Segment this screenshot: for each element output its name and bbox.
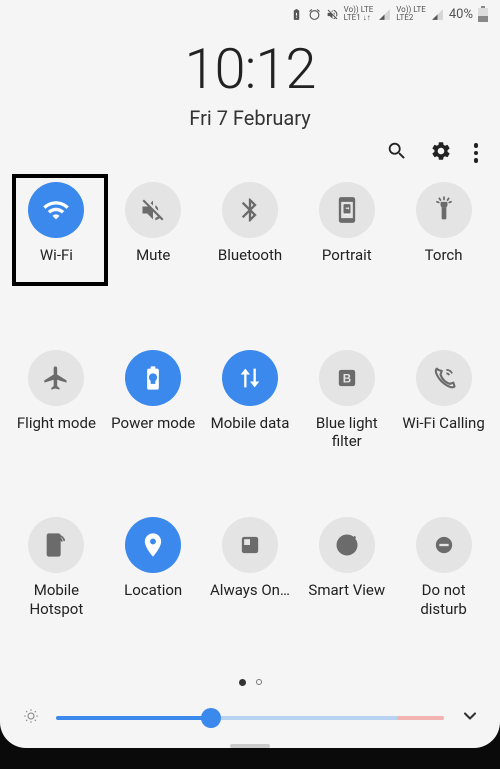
mute-icon (125, 182, 181, 238)
location-icon (125, 517, 181, 573)
sim2-text: Vo)) LTELTE2 (396, 6, 426, 22)
data-arrows-icon (222, 350, 278, 406)
airplane-icon (28, 350, 84, 406)
wifi-icon (28, 182, 84, 238)
tile-label: Mobile data (211, 414, 290, 433)
portrait-icon (319, 182, 375, 238)
tiles-grid: Wi-Fi Mute Bluetooth Portrait Torch Flig… (0, 172, 500, 673)
page-dot (256, 679, 262, 685)
tile-hotspot[interactable]: Mobile Hotspot (8, 511, 105, 673)
tile-bluelight[interactable]: B Blue light filter (298, 344, 395, 506)
signal1-icon (378, 8, 391, 21)
bluelight-icon: B (319, 350, 375, 406)
tile-label: Always On… (210, 581, 290, 600)
page-dot-active (239, 679, 246, 686)
clock-icon (222, 517, 278, 573)
battery-alert-icon (290, 8, 303, 21)
dnd-icon (416, 517, 472, 573)
tile-power[interactable]: Power mode (105, 344, 202, 506)
tile-label: Wi-Fi (40, 246, 73, 265)
tile-wificalling[interactable]: Wi-Fi Calling (395, 344, 492, 506)
tile-label: Blue light filter (304, 414, 390, 452)
brightness-slider[interactable] (56, 708, 444, 728)
hotspot-icon (28, 517, 84, 573)
tile-torch[interactable]: Torch (395, 176, 492, 338)
tile-label: Power mode (111, 414, 195, 433)
tile-portrait[interactable]: Portrait (298, 176, 395, 338)
header-actions (0, 130, 500, 172)
alarm-icon (308, 8, 321, 21)
brightness-icon (22, 707, 40, 729)
smartview-icon (319, 517, 375, 573)
tile-label: Mute (136, 246, 170, 265)
sim1-text: Vo)) LTELTE1 ↓↑ (344, 6, 374, 22)
clock: 10:12 (0, 36, 500, 102)
chevron-down-icon[interactable] (460, 706, 480, 730)
tile-mobiledata[interactable]: Mobile data (202, 344, 299, 506)
drag-handle[interactable] (230, 744, 270, 748)
mute-status-icon (326, 8, 339, 21)
quick-settings-panel: Vo)) LTELTE1 ↓↑ Vo)) LTELTE2 40% 10:12 F… (0, 0, 500, 748)
battery-percent: 40% (449, 7, 473, 22)
tile-label: Portrait (322, 246, 372, 265)
battery-icon (478, 6, 488, 22)
page-indicator (0, 673, 500, 696)
tile-mute[interactable]: Mute (105, 176, 202, 338)
settings-icon[interactable] (430, 140, 452, 166)
tile-always[interactable]: Always On… (202, 511, 299, 673)
svg-text:B: B (343, 372, 351, 385)
tile-label: Do not disturb (401, 581, 487, 619)
torch-icon (416, 182, 472, 238)
search-icon[interactable] (386, 140, 408, 166)
status-bar: Vo)) LTELTE1 ↓↑ Vo)) LTELTE2 40% (0, 0, 500, 28)
tile-label: Location (124, 581, 182, 600)
signal2-icon (431, 8, 444, 21)
tile-location[interactable]: Location (105, 511, 202, 673)
tile-label: Bluetooth (218, 246, 282, 265)
date: Fri 7 February (0, 106, 500, 130)
tile-flight[interactable]: Flight mode (8, 344, 105, 506)
more-icon[interactable] (474, 143, 479, 163)
tile-label: Wi-Fi Calling (402, 414, 484, 433)
tile-smartview[interactable]: Smart View (298, 511, 395, 673)
wificalling-icon (416, 350, 472, 406)
slider-thumb[interactable] (201, 708, 221, 728)
power-icon (125, 350, 181, 406)
tile-wifi[interactable]: Wi-Fi (8, 176, 105, 338)
tile-label: Smart View (308, 581, 385, 600)
tile-label: Torch (425, 246, 463, 265)
tile-bluetooth[interactable]: Bluetooth (202, 176, 299, 338)
tile-dnd[interactable]: Do not disturb (395, 511, 492, 673)
tile-label: Flight mode (17, 414, 96, 433)
bluetooth-icon (222, 182, 278, 238)
tile-label: Mobile Hotspot (13, 581, 99, 619)
slider-track (56, 716, 444, 720)
brightness-row (0, 696, 500, 740)
